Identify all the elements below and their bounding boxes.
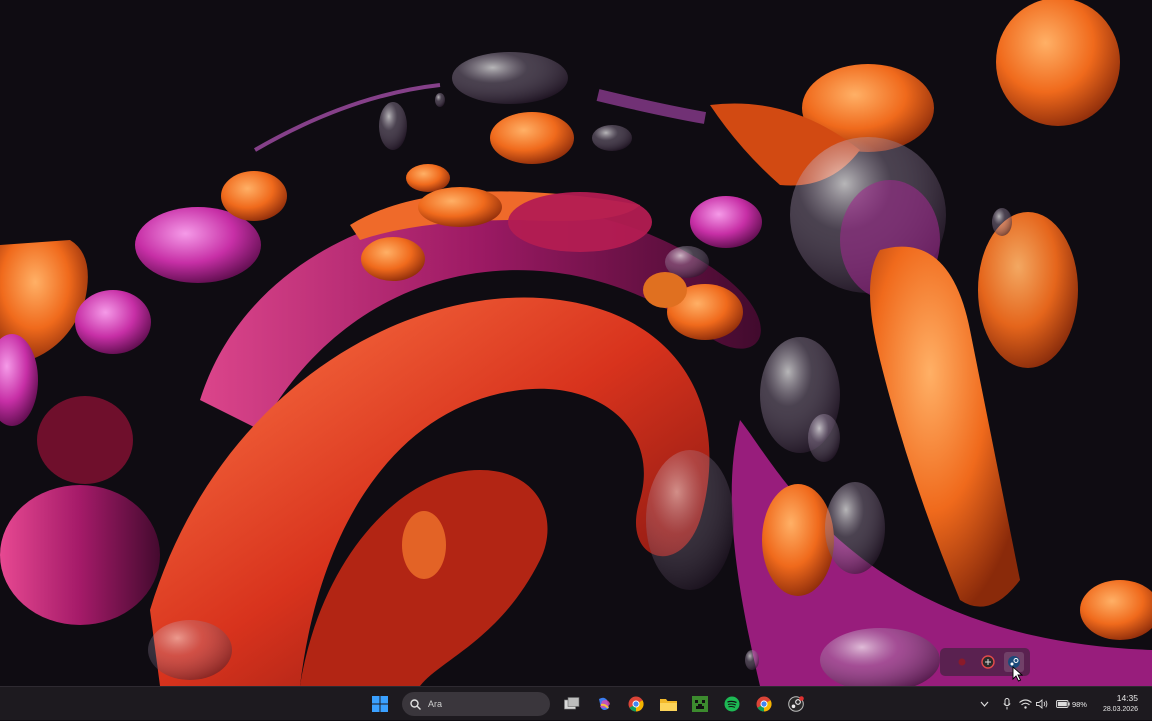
- network-button[interactable]: [1018, 687, 1034, 721]
- clock-time: 14:35: [1116, 693, 1138, 703]
- windows-logo-icon: [372, 696, 388, 712]
- task-view-icon: [564, 697, 580, 710]
- search-placeholder: Ara: [428, 699, 443, 709]
- file-explorer-button[interactable]: [654, 690, 682, 718]
- volume-button[interactable]: [1034, 687, 1050, 721]
- mouse-cursor-icon: [1012, 666, 1023, 682]
- desktop-wallpaper: [0, 0, 1152, 686]
- battery-icon: [1055, 700, 1070, 708]
- wifi-icon: [1019, 699, 1033, 709]
- minecraft-icon: [692, 696, 708, 712]
- microphone-icon: [1003, 698, 1011, 710]
- chrome-profile-button[interactable]: [750, 690, 778, 718]
- app-icon[interactable]: [978, 652, 998, 672]
- chrome-icon: [628, 696, 644, 712]
- chevron-up-icon: [980, 701, 989, 707]
- steam-button[interactable]: [782, 690, 810, 718]
- battery-button[interactable]: 98%: [1050, 687, 1093, 721]
- search-icon: [410, 698, 421, 710]
- start-button[interactable]: [366, 690, 394, 718]
- red-dot-icon[interactable]: [952, 652, 972, 672]
- microphone-button[interactable]: [996, 687, 1018, 721]
- spotify-icon: [724, 696, 740, 712]
- copilot-icon: [599, 697, 610, 710]
- speaker-icon: [1035, 699, 1048, 709]
- taskbar: Ara 98% 14:35 28.03.2026: [0, 686, 1152, 720]
- spotify-button[interactable]: [718, 690, 746, 718]
- clock-date: 28.03.2026: [1102, 706, 1138, 713]
- chrome-button[interactable]: [622, 690, 650, 718]
- task-view-button[interactable]: [558, 690, 586, 718]
- copilot-button[interactable]: [590, 690, 618, 718]
- show-hidden-icons-button[interactable]: [974, 687, 996, 721]
- minecraft-button[interactable]: [686, 690, 714, 718]
- system-tray: 98% 14:35 28.03.2026: [974, 687, 1152, 721]
- battery-percent: 98%: [1071, 699, 1087, 709]
- taskbar-center-group: Ara: [366, 690, 810, 718]
- search-box[interactable]: Ara: [402, 692, 550, 716]
- chrome-icon: [756, 696, 772, 712]
- steam-icon: [788, 696, 804, 712]
- clock[interactable]: 14:35 28.03.2026: [1093, 693, 1152, 715]
- folder-icon: [659, 699, 677, 711]
